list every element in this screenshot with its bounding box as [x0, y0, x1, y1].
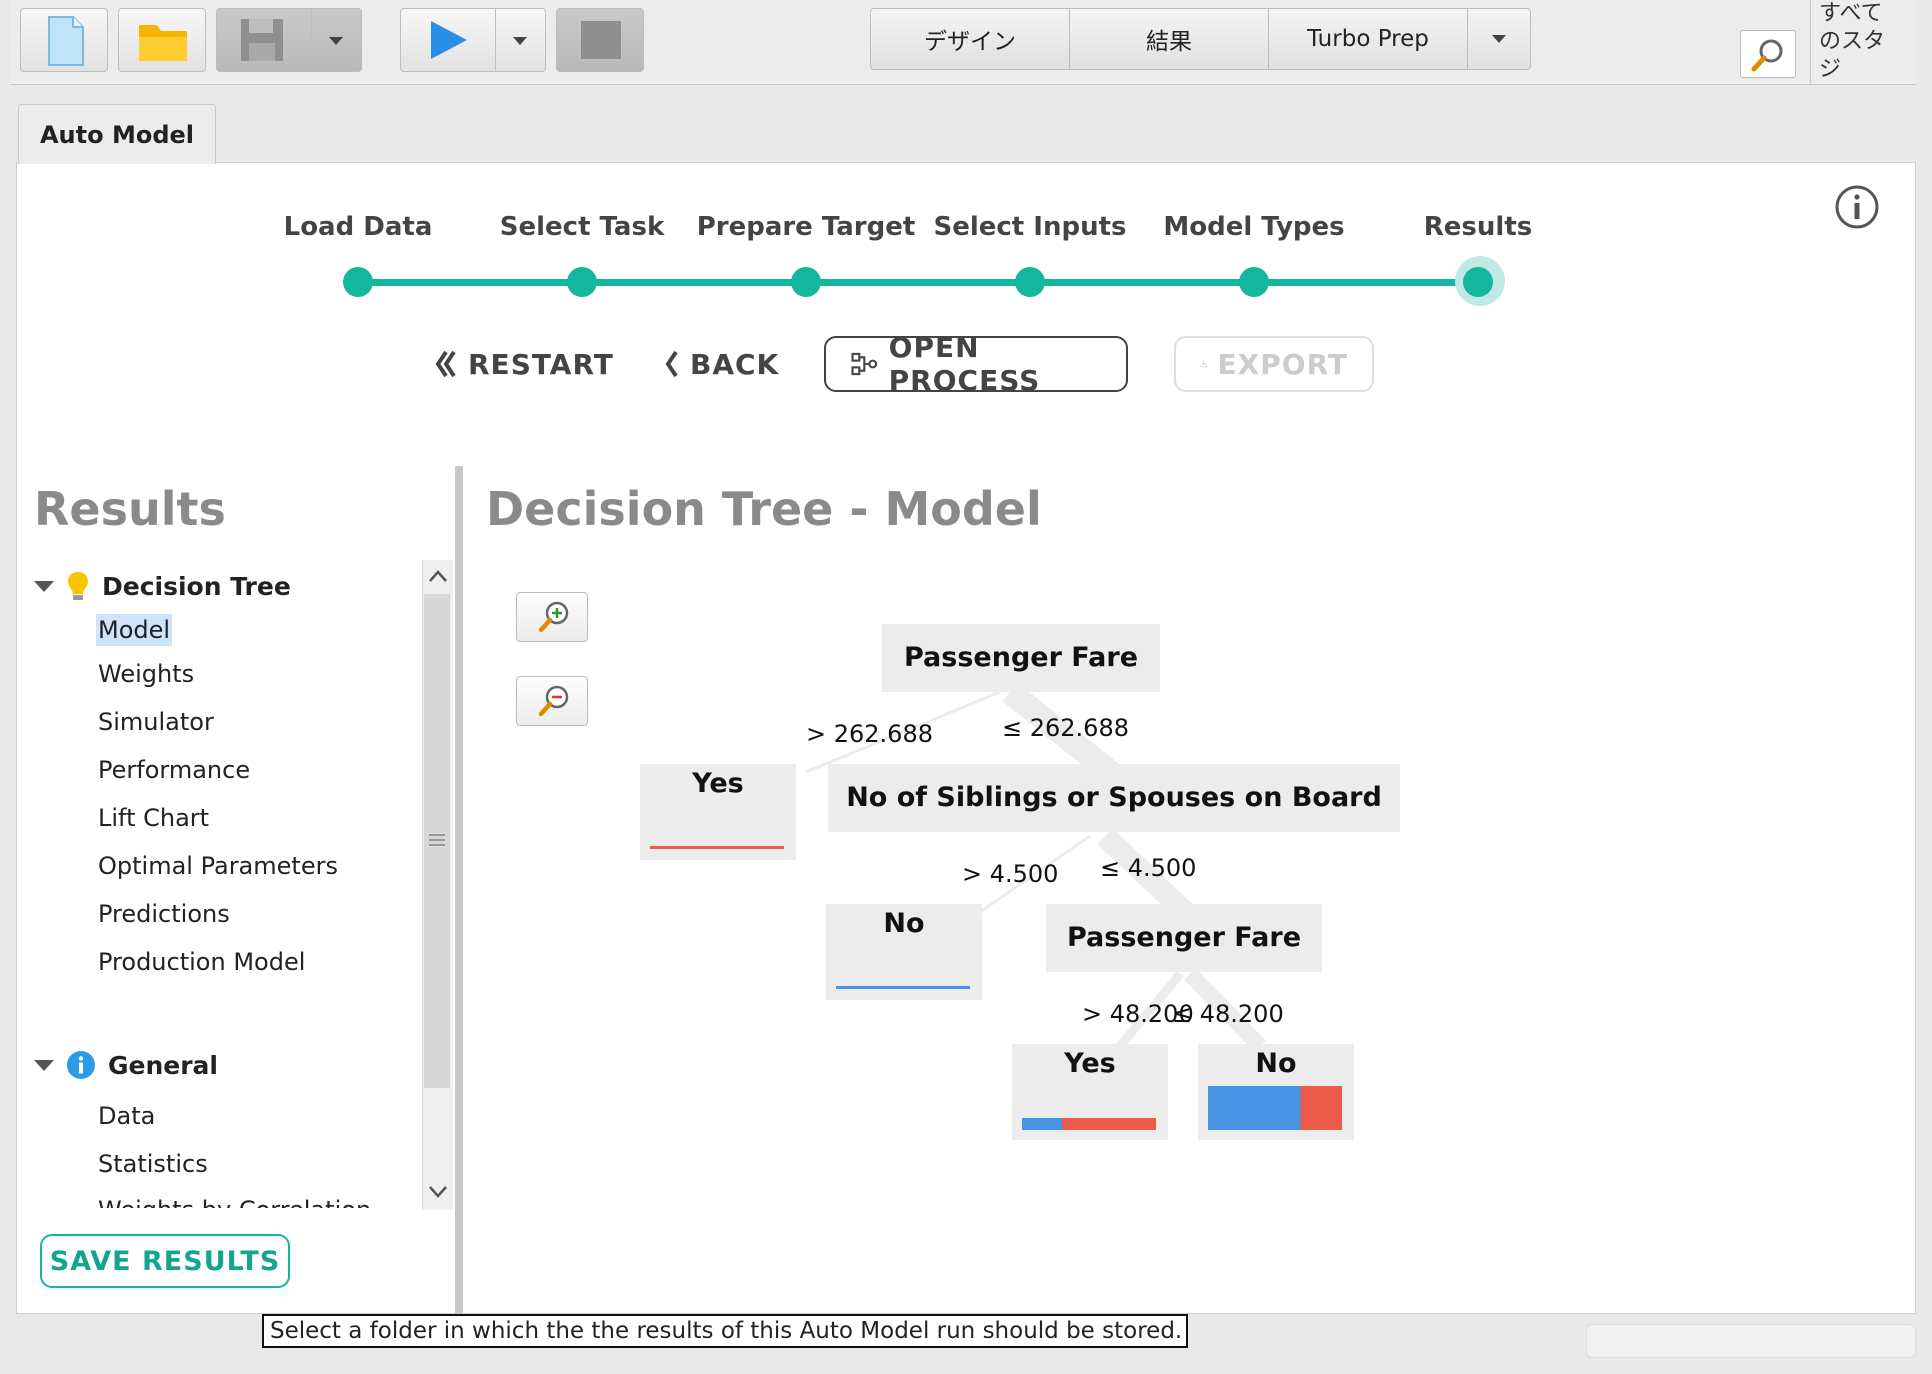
leaf-class-bar	[836, 986, 970, 989]
leaf-label: Yes	[1064, 1048, 1116, 1079]
tree-leaf[interactable]: No	[1198, 1044, 1354, 1140]
tree-leaf[interactable]: No	[826, 904, 982, 1000]
tree-node-siblings[interactable]: No of Siblings or Spouses on Board	[828, 764, 1400, 832]
leaf-class-bar	[650, 846, 784, 849]
edge-label: > 262.688	[806, 720, 933, 748]
edge-label: > 4.500	[962, 860, 1059, 888]
edge-label: ≤ 4.500	[1100, 854, 1197, 882]
leaf-label: No	[1255, 1048, 1297, 1079]
tooltip: Select a folder in which the the results…	[262, 1314, 1188, 1348]
tree-leaf[interactable]: Yes	[640, 764, 796, 860]
edge-label: ≤ 48.200	[1172, 1000, 1284, 1028]
tree-leaf[interactable]: Yes	[1012, 1044, 1168, 1140]
leaf-label: Yes	[692, 768, 744, 799]
leaf-label: No	[883, 908, 925, 939]
status-field	[1586, 1324, 1916, 1358]
tree-node-fare-2[interactable]: Passenger Fare	[1046, 904, 1322, 972]
tree-node-root[interactable]: Passenger Fare	[882, 624, 1160, 692]
leaf-class-bar	[1022, 1118, 1156, 1130]
edge-label: ≤ 262.688	[1002, 714, 1129, 742]
leaf-class-bar	[1208, 1086, 1342, 1130]
